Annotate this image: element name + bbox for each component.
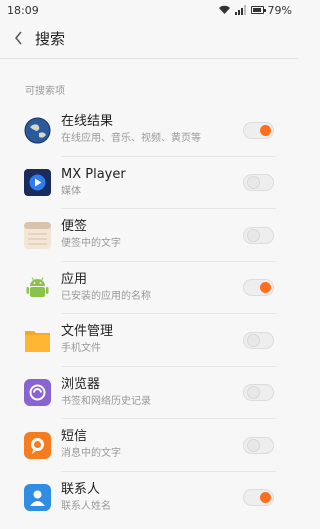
toggle-mx-player[interactable] (243, 174, 274, 192)
item-description: 在线应用、音乐、视频、黄页等 (61, 133, 201, 144)
sms-icon (24, 431, 51, 459)
globe-icon (24, 117, 51, 144)
item-name: 在线结果 (61, 114, 114, 129)
list-item-apps[interactable]: 应用 已安装的应用的名称 (0, 262, 298, 314)
toggle-file-manager[interactable] (243, 331, 274, 349)
item-description: 已安装的应用的名称 (61, 290, 151, 302)
item-name: 短信 (61, 429, 88, 444)
toggle-apps[interactable] (243, 279, 274, 297)
wifi-icon (218, 5, 230, 14)
mx-player-icon (24, 169, 51, 197)
toggle-browser[interactable] (243, 384, 274, 402)
list-item-browser[interactable]: 浏览器 书签和网络历史记录 (0, 367, 298, 419)
item-name: 应用 (61, 271, 88, 287)
status-time: 18:09 (7, 3, 39, 17)
notes-icon (24, 221, 51, 249)
folder-icon (24, 327, 51, 354)
list-item-contacts[interactable]: 联系人 联系人姓名 (0, 472, 298, 525)
item-name: 浏览器 (61, 376, 101, 392)
list-item-file-manager[interactable]: 文件管理 手机文件 (0, 314, 298, 367)
list-item-mx-player[interactable]: MX Player 媒体 (0, 157, 298, 209)
item-description: 手机文件 (61, 343, 101, 354)
item-name: MX Player (61, 166, 126, 182)
section-label: 可搜索项 (25, 86, 65, 97)
contacts-icon (24, 484, 51, 512)
battery-icon (250, 6, 266, 14)
item-description: 联系人姓名 (61, 500, 111, 512)
toggle-notes[interactable] (243, 226, 274, 244)
search-items-list: 在线结果 在线应用、音乐、视频、黄页等 MX Player 媒体 便签 便签中的… (0, 104, 298, 524)
item-description: 消息中的文字 (61, 448, 121, 459)
item-description: 书签和网络历史记录 (61, 395, 151, 407)
toggle-online-results[interactable] (243, 121, 274, 139)
list-item-online-results[interactable]: 在线结果 在线应用、音乐、视频、黄页等 (0, 104, 298, 157)
toggle-contacts[interactable] (243, 489, 274, 507)
status-icons: 79% (218, 4, 292, 17)
item-name: 便签 (61, 219, 88, 234)
item-name: 文件管理 (61, 324, 114, 339)
browser-icon (24, 379, 51, 407)
toggle-sms[interactable] (243, 436, 274, 454)
back-arrow-icon[interactable] (5, 24, 33, 52)
list-item-sms[interactable]: 短信 消息中的文字 (0, 419, 298, 472)
header-divider (0, 58, 298, 59)
android-icon (24, 274, 51, 301)
page-title: 搜索 (35, 29, 66, 48)
signal-icon (234, 5, 246, 15)
item-name: 联系人 (61, 481, 101, 497)
item-description: 媒体 (61, 185, 81, 197)
item-description: 便签中的文字 (61, 238, 121, 249)
status-bar: 18:09 79% (0, 0, 298, 20)
battery-percent: 79% (267, 3, 292, 17)
header: 搜索 (0, 24, 298, 52)
list-item-notes[interactable]: 便签 便签中的文字 (0, 209, 298, 262)
